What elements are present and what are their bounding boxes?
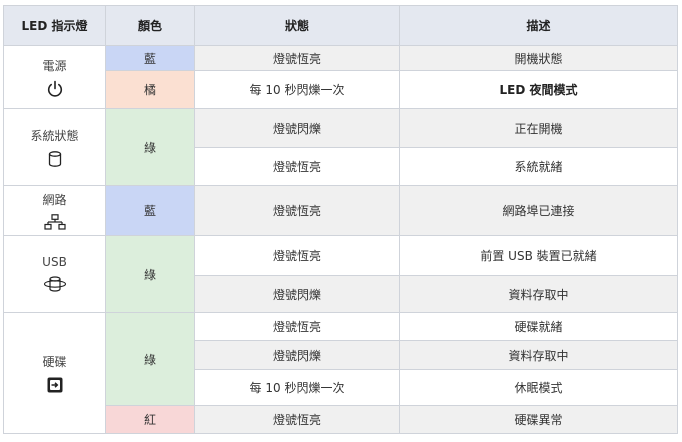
color-cell: 綠: [105, 235, 195, 313]
indicator-power: 電源: [3, 45, 106, 109]
indicator-system: 系統狀態: [3, 108, 106, 186]
status-cell: 每 10 秒閃爍一次: [194, 369, 400, 406]
status-cell: 燈號閃爍: [194, 275, 400, 313]
color-cell: 綠: [105, 312, 195, 406]
description-cell: 正在開機: [399, 108, 678, 148]
description-cell: 系統就緒: [399, 147, 678, 186]
description-cell: 硬碟就緒: [399, 312, 678, 341]
status-cell: 燈號恆亮: [194, 185, 400, 236]
color-cell: 藍: [105, 45, 195, 71]
color-cell: 紅: [105, 405, 195, 434]
power-icon: [46, 80, 64, 98]
indicator-label: USB: [42, 255, 67, 269]
table-row: 電源 藍 燈號恆亮 開機狀態: [3, 45, 678, 109]
description-cell: 網路埠已連接: [399, 185, 678, 236]
table-row: 硬碟 綠 燈號恆亮 硬碟就緒: [3, 312, 678, 434]
status-cell: 燈號閃爍: [194, 108, 400, 148]
header-led: LED 指示燈: [3, 5, 106, 46]
status-cell: 燈號恆亮: [194, 147, 400, 186]
description-cell: 休眠模式: [399, 369, 678, 406]
color-cell: 藍: [105, 185, 195, 236]
indicator-disk: 硬碟: [3, 312, 106, 434]
status-cell: 燈號閃爍: [194, 340, 400, 370]
status-cell: 燈號恆亮: [194, 235, 400, 276]
description-cell: 前置 USB 裝置已就緒: [399, 235, 678, 276]
usb-disk-icon: [43, 275, 67, 293]
status-cell: 燈號恆亮: [194, 405, 400, 434]
indicator-label: 系統狀態: [30, 128, 79, 143]
indicator-label: 網路: [42, 193, 67, 207]
cylinder-icon: [47, 150, 63, 168]
indicator-label: 硬碟: [42, 354, 67, 369]
description-cell: LED 夜間模式: [399, 70, 678, 109]
description-cell: 硬碟異常: [399, 405, 678, 434]
table-row: USB 綠 燈號恆亮 前置 USB 裝置已就緒: [3, 235, 678, 313]
table-header-row: LED 指示燈 顏色 狀態 描述: [3, 5, 678, 46]
table-row: 橘 每 10 秒閃爍一次 LED 夜間模式: [4, 70, 678, 109]
table-row: 紅 燈號恆亮 硬碟異常: [4, 405, 678, 434]
color-cell: 橘: [105, 70, 195, 109]
color-cell: 綠: [105, 108, 195, 186]
table-row: 網路 藍 燈號恆亮 網路埠已連接: [3, 185, 678, 236]
indicator-label: 電源: [42, 58, 67, 73]
header-color: 顏色: [105, 5, 195, 46]
header-description: 描述: [399, 5, 678, 46]
description-cell: 資料存取中: [399, 340, 678, 370]
table-row: 系統狀態 綠 燈號閃爍 正在開機: [3, 108, 678, 186]
status-cell: 每 10 秒閃爍一次: [194, 70, 400, 109]
status-cell: 燈號恆亮: [194, 45, 400, 71]
network-icon: [43, 214, 66, 230]
description-cell: 資料存取中: [399, 275, 678, 313]
header-status: 狀態: [194, 5, 400, 46]
led-indicator-table: LED 指示燈 顏色 狀態 描述 電源 藍 燈號恆亮 開機狀態 橘 每 10 秒…: [3, 5, 678, 434]
indicator-usb: USB: [3, 235, 106, 313]
indicator-network: 網路: [3, 185, 106, 236]
hard-drive-icon: [46, 376, 64, 394]
description-cell: 開機狀態: [399, 45, 678, 71]
status-cell: 燈號恆亮: [194, 312, 400, 341]
